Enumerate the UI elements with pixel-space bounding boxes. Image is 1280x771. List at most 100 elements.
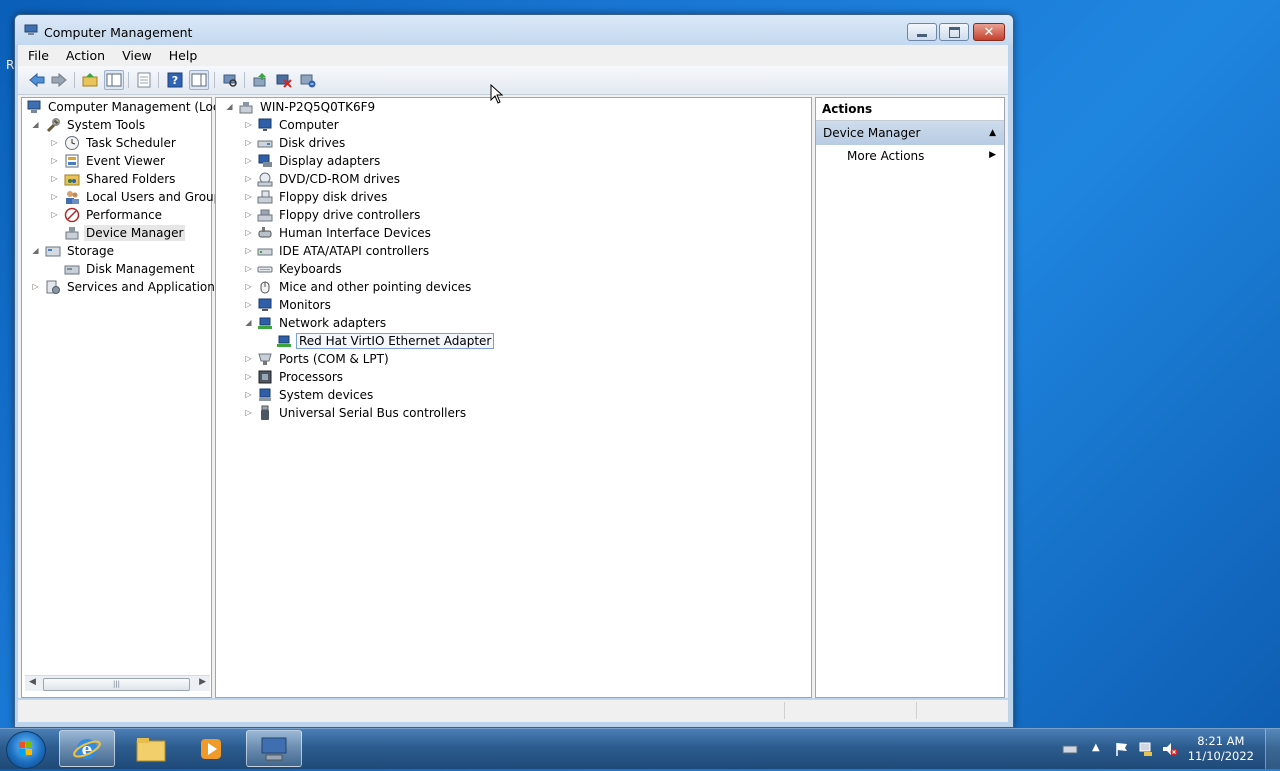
tree-item-device-manager[interactable]: Device Manager: [64, 224, 186, 242]
menu-help[interactable]: Help: [162, 48, 205, 63]
svg-text:?: ?: [172, 74, 178, 87]
tree-item-performance[interactable]: Performance: [64, 206, 164, 224]
menu-view[interactable]: View: [115, 48, 159, 63]
collapse-icon[interactable]: ◢: [244, 318, 253, 327]
forward-icon[interactable]: [49, 70, 69, 90]
expand-icon[interactable]: ▷: [244, 372, 253, 381]
tree-item-services[interactable]: Services and Applications: [45, 278, 223, 296]
expand-icon[interactable]: ▷: [244, 156, 253, 165]
expand-icon[interactable]: ▷: [244, 228, 253, 237]
tree-item-local-users[interactable]: Local Users and Groups: [64, 188, 230, 206]
expand-icon[interactable]: ▷: [244, 174, 253, 183]
device-category-system-devices[interactable]: System devices: [257, 386, 375, 404]
network-icon[interactable]: [1138, 741, 1154, 757]
show-action-pane-icon[interactable]: [189, 70, 209, 90]
device-category-floppy-disk[interactable]: Floppy disk drives: [257, 188, 389, 206]
device-category-disk-drives[interactable]: Disk drives: [257, 134, 347, 152]
device-category-monitors[interactable]: Monitors: [257, 296, 333, 314]
taskbar-internet-explorer[interactable]: e: [59, 730, 115, 767]
scroll-right-icon[interactable]: ▶: [199, 677, 206, 687]
device-category-network-adapters[interactable]: Network adapters: [257, 314, 388, 332]
tree-item-root[interactable]: Computer Management (Local: [26, 98, 232, 116]
tree-item-disk-management[interactable]: Disk Management: [64, 260, 197, 278]
expand-icon[interactable]: ▷: [244, 210, 253, 219]
ide-controller-icon: [257, 248, 273, 256]
properties-icon[interactable]: [134, 70, 154, 90]
expand-icon[interactable]: ▷: [244, 120, 253, 129]
taskbar-media-player[interactable]: [183, 730, 239, 767]
device-category-processors[interactable]: Processors: [257, 368, 345, 386]
users-icon: [66, 191, 79, 204]
collapse-icon[interactable]: ◢: [31, 120, 40, 129]
scroll-left-icon[interactable]: ◀: [29, 677, 36, 687]
device-category-display-adapters[interactable]: Display adapters: [257, 152, 382, 170]
tree-item-event-viewer[interactable]: Event Viewer: [64, 152, 167, 170]
tree-item-shared-folders[interactable]: Shared Folders: [64, 170, 177, 188]
volume-muted-icon[interactable]: [1162, 741, 1178, 757]
action-center-flag-icon[interactable]: [1114, 741, 1130, 757]
close-button[interactable]: ✕: [973, 23, 1005, 41]
status-divider: [784, 702, 785, 719]
device-category-ports[interactable]: Ports (COM & LPT): [257, 350, 391, 368]
expand-icon[interactable]: ▷: [50, 192, 59, 201]
device-category-keyboards[interactable]: Keyboards: [257, 260, 344, 278]
device-host[interactable]: WIN-P2Q5Q0TK6F9: [238, 98, 377, 116]
expand-icon[interactable]: ▷: [244, 138, 253, 147]
device-category-computer[interactable]: Computer: [257, 116, 341, 134]
expand-icon[interactable]: ▷: [244, 354, 253, 363]
device-category-ide[interactable]: IDE ATA/ATAPI controllers: [257, 242, 431, 260]
tree-item-storage[interactable]: Storage: [45, 242, 116, 260]
expand-icon[interactable]: ▷: [50, 156, 59, 165]
expand-icon[interactable]: ▷: [244, 408, 253, 417]
scroll-thumb[interactable]: |||: [43, 678, 190, 691]
device-category-dvd[interactable]: DVD/CD-ROM drives: [257, 170, 402, 188]
collapse-icon[interactable]: ◢: [225, 102, 234, 111]
collapse-icon[interactable]: ◢: [31, 246, 40, 255]
maximize-button[interactable]: [939, 23, 969, 41]
device-category-usb[interactable]: Universal Serial Bus controllers: [257, 404, 468, 422]
tree-item-system-tools[interactable]: System Tools: [45, 116, 147, 134]
more-actions-item[interactable]: More Actions: [847, 148, 924, 164]
taskbar-explorer[interactable]: [123, 730, 179, 767]
update-driver-icon[interactable]: [250, 70, 270, 90]
keyboard-layout-icon[interactable]: [1062, 741, 1078, 757]
back-icon[interactable]: [27, 70, 47, 90]
title-bar[interactable]: Computer Management ✕: [15, 15, 1013, 45]
tree-item-task-scheduler[interactable]: Task Scheduler: [64, 134, 178, 152]
expand-icon[interactable]: ▷: [31, 282, 40, 291]
usb-icon: [261, 405, 269, 420]
device-category-hid[interactable]: Human Interface Devices: [257, 224, 433, 242]
help-icon[interactable]: ?: [165, 70, 185, 90]
disable-device-icon[interactable]: [274, 70, 294, 90]
expand-icon[interactable]: ▷: [244, 192, 253, 201]
minimize-button[interactable]: [907, 23, 937, 41]
actions-section-device-manager[interactable]: Device Manager ▲: [816, 121, 1004, 145]
device-category-mice[interactable]: Mice and other pointing devices: [257, 278, 473, 296]
show-tree-icon[interactable]: [104, 70, 124, 90]
uninstall-device-icon[interactable]: [298, 70, 318, 90]
expand-icon[interactable]: ▷: [50, 210, 59, 219]
windows-logo-icon: [19, 742, 32, 755]
expand-icon[interactable]: ▷: [244, 246, 253, 255]
clock-date: 11/10/2022: [1187, 749, 1254, 763]
expand-icon[interactable]: ▷: [244, 300, 253, 309]
device-item-virtio-ethernet[interactable]: Red Hat VirtIO Ethernet Adapter: [276, 332, 495, 350]
clock[interactable]: 8:21 AM 11/10/2022: [1188, 734, 1254, 764]
collapse-up-icon[interactable]: ▲: [989, 121, 996, 145]
taskbar-computer-management[interactable]: [246, 730, 302, 767]
menu-bar: File Action View Help: [18, 45, 1008, 66]
expand-icon[interactable]: ▷: [50, 138, 59, 147]
show-hidden-icons-icon[interactable]: ▲: [1092, 742, 1108, 758]
up-folder-icon[interactable]: [80, 70, 100, 90]
expand-icon[interactable]: ▷: [244, 390, 253, 399]
expand-icon[interactable]: ▷: [244, 264, 253, 273]
show-desktop-button[interactable]: [1265, 729, 1280, 769]
expand-icon[interactable]: ▷: [50, 174, 59, 183]
expand-icon[interactable]: ▷: [244, 282, 253, 291]
scan-hardware-icon[interactable]: [220, 70, 240, 90]
start-button[interactable]: [6, 731, 46, 769]
menu-action[interactable]: Action: [59, 48, 112, 63]
device-category-floppy-controllers[interactable]: Floppy drive controllers: [257, 206, 422, 224]
horizontal-scrollbar[interactable]: ◀ ||| ▶: [25, 675, 210, 691]
menu-file[interactable]: File: [21, 48, 56, 63]
